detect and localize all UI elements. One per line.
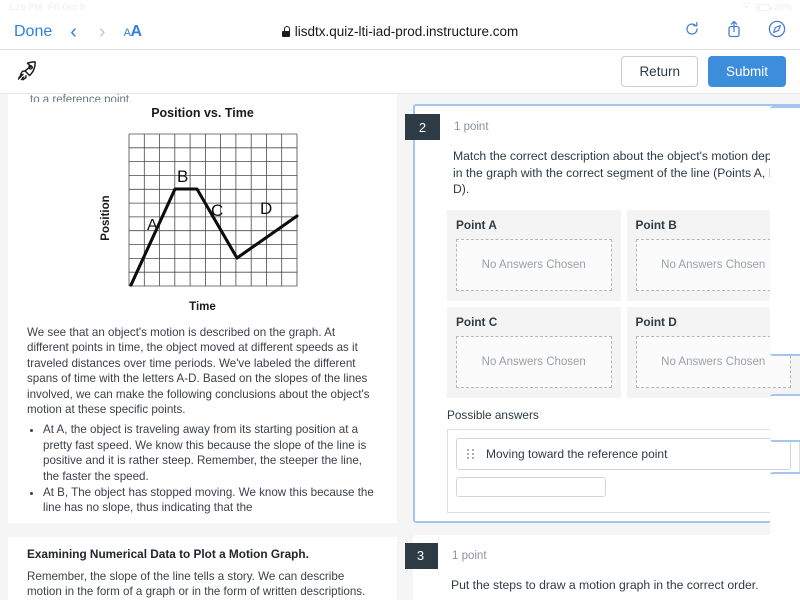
clipped-text: to a reference point. <box>30 94 133 102</box>
section-heading: Examining Numerical Data to Plot a Motio… <box>27 546 309 561</box>
stimulus-paragraph: We see that an object's motion is descri… <box>27 326 370 417</box>
match-target-label: Point D <box>635 314 677 329</box>
ios-status-bar: 1:26 PM Fri Oct 9 20% <box>0 0 800 14</box>
question-subprompt: How to Draw a Motion Graph: <box>413 593 800 600</box>
status-time: 1:26 PM <box>8 2 43 12</box>
list-item: At A, the object is traveling away from … <box>43 422 378 484</box>
stimulus-card-bottom: Examining Numerical Data to Plot a Motio… <box>8 536 397 600</box>
lock-icon <box>281 26 290 37</box>
segment-label-a: A <box>147 217 158 234</box>
x-axis-label: Time <box>189 301 216 313</box>
chevron-left-icon[interactable]: ‹ <box>66 22 81 42</box>
reload-icon[interactable] <box>684 21 700 42</box>
question-number-badge: 3 <box>405 542 438 569</box>
match-cell-point-c: Point C No Answers Chosen <box>447 306 621 398</box>
return-button[interactable]: Return <box>621 56 698 87</box>
answer-chip-1[interactable]: Moving toward the reference point <box>456 437 791 470</box>
stimulus-divider <box>0 522 405 537</box>
dropzone-point-a[interactable]: No Answers Chosen <box>456 238 612 291</box>
answer-chip-2[interactable] <box>456 476 606 497</box>
ipad-safari-screen: 1:26 PM Fri Oct 9 20% Done ‹ › AA lisdtx… <box>0 0 800 600</box>
segment-label-b: B <box>177 167 188 186</box>
adjacent-card-stub-3 <box>770 472 800 592</box>
questions-pane[interactable]: 2 1 point Match the correct description … <box>405 94 800 600</box>
wifi-icon <box>741 2 752 12</box>
possible-answers-label: Possible answers <box>447 407 539 422</box>
dropzone-point-c[interactable]: No Answers Chosen <box>456 335 612 388</box>
question-2-header: 2 1 point <box>405 106 800 140</box>
figure-title: Position vs. Time <box>151 106 254 120</box>
adjacent-card-stub-1 <box>770 106 800 356</box>
question-3-header: 3 1 point <box>405 535 800 569</box>
done-button[interactable]: Done <box>14 23 52 41</box>
toolbar-actions: Return Submit <box>621 56 786 87</box>
position-time-chart: Position A B C D <box>100 133 299 287</box>
nav-left-group: Done ‹ › AA <box>14 22 142 42</box>
url-text: lisdtx.quiz-lti-iad-prod.instructure.com <box>294 24 519 39</box>
match-target-label: Point B <box>635 217 677 232</box>
question-points: 1 point <box>454 121 489 133</box>
safari-nav-bar: Done ‹ › AA lisdtx.quiz-lti-iad-prod.ins… <box>0 14 800 50</box>
dropzone-point-d[interactable]: No Answers Chosen <box>635 335 791 388</box>
text-size-button[interactable]: AA <box>124 23 142 41</box>
battery-percent: 20% <box>773 2 792 12</box>
url-field[interactable]: lisdtx.quiz-lti-iad-prod.instructure.com <box>281 24 519 39</box>
question-prompt: Put the steps to draw a motion graph in … <box>451 577 759 592</box>
y-axis-label: Position <box>100 195 112 240</box>
battery-icon <box>755 3 772 11</box>
chevron-right-icon[interactable]: › <box>95 22 110 42</box>
question-prompt: Match the correct description about the … <box>453 149 798 196</box>
question-card-3: 3 1 point Put the steps to draw a motion… <box>405 534 800 600</box>
stimulus-paragraph-wrap: We see that an object's motion is descri… <box>18 319 387 516</box>
adjacent-card-stub-2 <box>770 394 800 442</box>
segment-label-c: C <box>211 201 223 220</box>
stimulus-card-top: to a reference point. Position vs. Time … <box>8 94 397 523</box>
match-target-label: Point C <box>456 314 498 329</box>
match-cell-point-a: Point A No Answers Chosen <box>447 209 621 301</box>
status-date: Fri Oct 9 <box>48 2 85 12</box>
share-icon[interactable] <box>726 20 742 43</box>
quiz-content-area: to a reference point. Position vs. Time … <box>0 94 800 600</box>
dropzone-point-b[interactable]: No Answers Chosen <box>635 238 791 291</box>
question-card-2: 2 1 point Match the correct description … <box>405 104 800 523</box>
possible-answers-section: Possible answers Moving toward the refer… <box>415 398 800 513</box>
question-points: 1 point <box>452 549 487 562</box>
question-number-badge: 2 <box>405 114 440 140</box>
section-paragraph: Remember, the slope of the line tells a … <box>27 569 366 599</box>
position-vs-time-figure: Position vs. Time Position A B C D Time <box>91 102 314 319</box>
rocket-icon <box>14 59 40 85</box>
possible-answers-container: Moving toward the reference point <box>447 428 800 513</box>
status-bar-left: 1:26 PM Fri Oct 9 <box>8 2 85 12</box>
drag-handle-icon[interactable] <box>467 448 474 459</box>
stimulus-bullet-list: At A, the object is traveling away from … <box>43 422 378 515</box>
stimulus-pane[interactable]: to a reference point. Position vs. Time … <box>0 94 405 600</box>
compass-icon[interactable] <box>768 20 786 43</box>
quiz-toolbar: Return Submit <box>0 50 800 94</box>
status-bar-right: 20% <box>741 2 792 12</box>
match-target-label: Point A <box>456 217 497 232</box>
submit-button[interactable]: Submit <box>707 56 786 87</box>
answer-chip-label: Moving toward the reference point <box>486 446 668 461</box>
nav-right-group <box>684 20 786 43</box>
list-item: At B, The object has stopped moving. We … <box>43 485 378 516</box>
match-drop-grid: Point A No Answers Chosen Point B No Ans… <box>415 198 800 398</box>
segment-label-d: D <box>260 199 272 218</box>
